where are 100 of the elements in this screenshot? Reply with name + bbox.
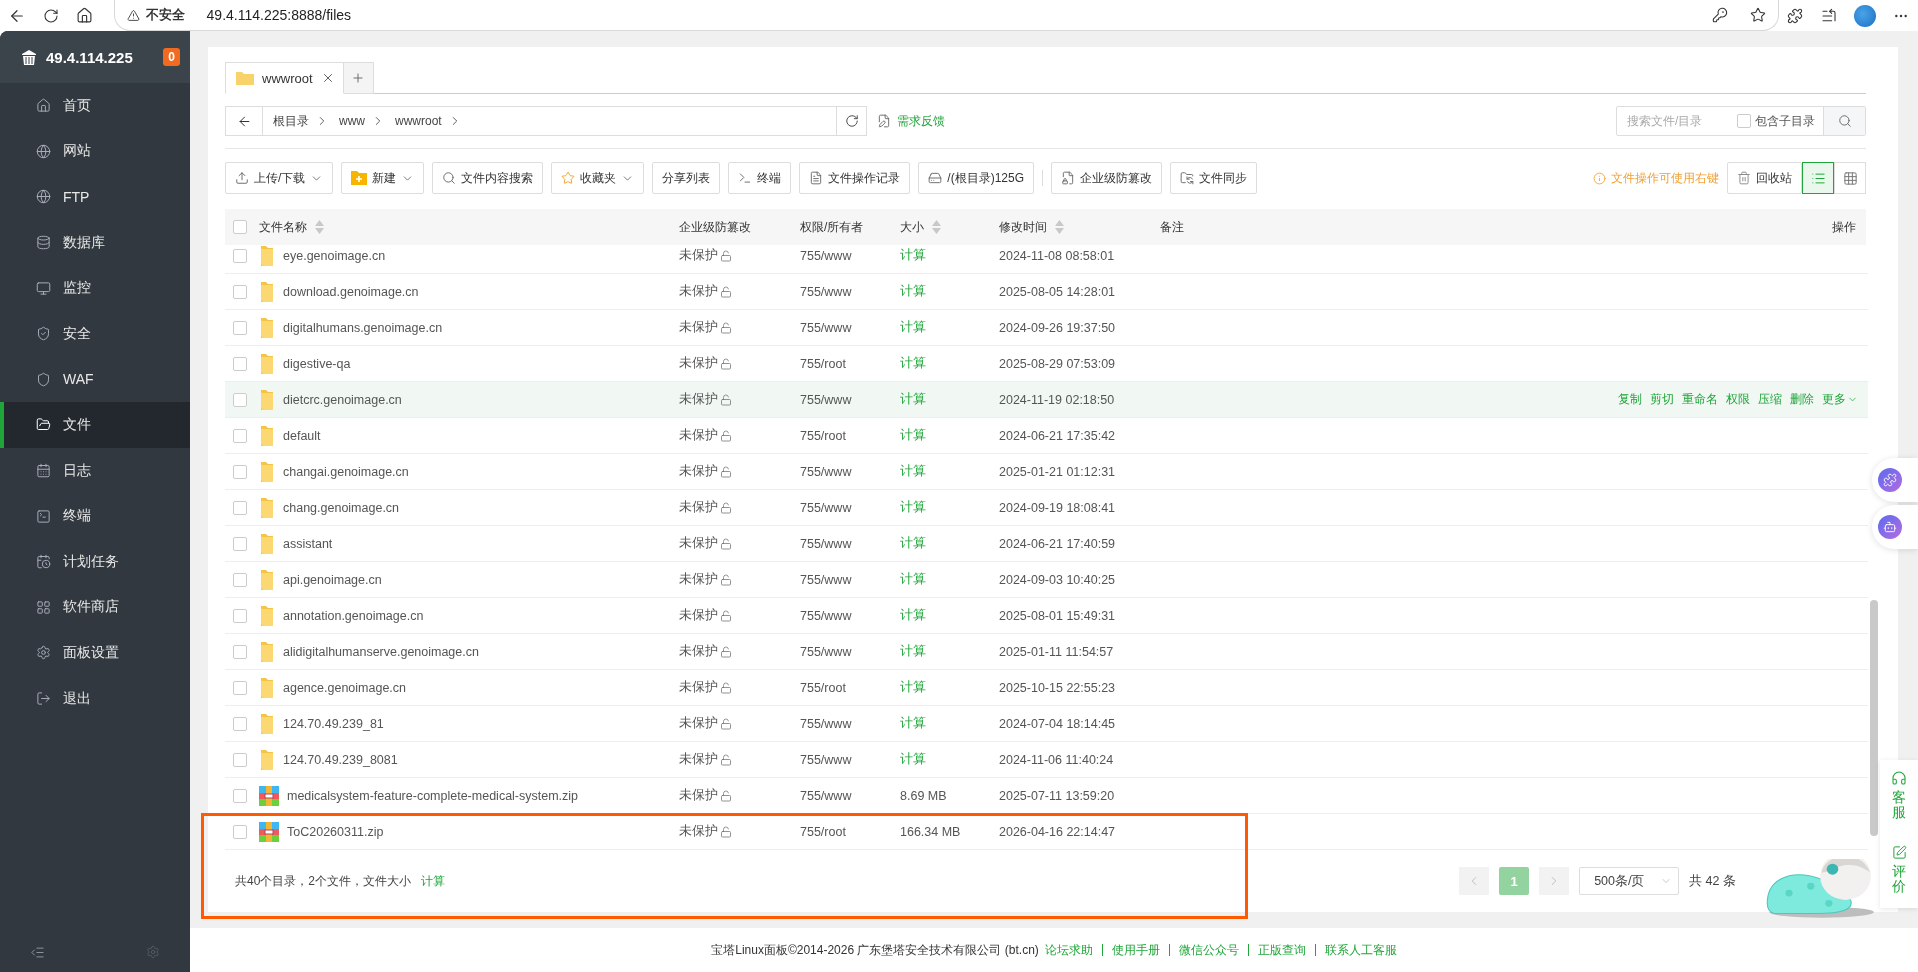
search-button[interactable] [1823, 107, 1865, 135]
sidebar-item[interactable]: 面板设置 [0, 630, 190, 676]
row-checkbox[interactable] [233, 572, 247, 587]
row-checkbox[interactable] [233, 356, 247, 371]
row-checkbox[interactable] [233, 608, 247, 623]
file-name[interactable]: medicalsystem-feature-complete-medical-system.zip [287, 788, 579, 803]
next-page-button[interactable] [1539, 867, 1570, 895]
toolbar-button[interactable]: 新建 [341, 162, 425, 194]
file-name[interactable]: download.genoimage.cn [283, 284, 419, 299]
column-header[interactable]: 文件名称 [259, 218, 307, 236]
column-header[interactable]: 大小 [900, 218, 924, 236]
settings-icon[interactable] [146, 945, 160, 959]
sidebar-item[interactable]: WAF [0, 356, 190, 403]
subdirectory-checkbox[interactable]: 包含子目录 [1737, 112, 1823, 130]
protection-status: 未保护 [679, 283, 718, 300]
folder-tab[interactable]: wwwroot [225, 62, 344, 94]
row-checkbox[interactable] [233, 752, 247, 767]
refresh-button[interactable] [837, 106, 867, 136]
row-checkbox[interactable] [233, 680, 247, 695]
sort-icon[interactable] [1055, 220, 1064, 234]
avatar[interactable] [1854, 4, 1877, 27]
select-all-checkbox[interactable] [233, 220, 247, 234]
row-checkbox[interactable] [233, 248, 247, 263]
row-checkbox[interactable] [233, 320, 247, 335]
row-checkbox[interactable] [233, 284, 247, 299]
sidebar-item[interactable]: 软件商店 [0, 584, 190, 631]
toolbar-button[interactable]: /(根目录)125G [918, 162, 1035, 194]
file-name[interactable]: changai.genoimage.cn [283, 464, 409, 479]
file-name[interactable]: default [283, 428, 321, 443]
sidebar-item[interactable]: 终端 [0, 493, 190, 539]
row-checkbox[interactable] [233, 428, 247, 443]
file-name[interactable]: assistant [283, 536, 333, 551]
sidebar-item[interactable]: 文件 [0, 402, 190, 448]
search-field[interactable]: 搜索文件/目录 包含子目录 [1616, 106, 1866, 136]
toolbar-button[interactable]: 终端 [728, 162, 792, 194]
modified-time: 2024-11-19 02:18:50 [999, 392, 1116, 407]
breadcrumb-item[interactable]: 根目录 [263, 112, 315, 130]
favorites-icon[interactable] [1821, 7, 1838, 24]
file-name[interactable]: 124.70.49.239_8081 [283, 752, 398, 767]
sidebar-item[interactable]: 退出 [0, 675, 190, 722]
sort-icon[interactable] [932, 220, 941, 234]
row-checkbox[interactable] [233, 392, 247, 407]
home-icon[interactable] [76, 7, 94, 24]
file-name[interactable]: ToC20260311.zip [287, 824, 384, 839]
sidebar-item[interactable]: 首页 [0, 83, 190, 129]
row-checkbox[interactable] [233, 716, 247, 731]
key-icon[interactable] [1711, 7, 1728, 23]
toolbar-button[interactable]: 文件操作记录 [799, 162, 911, 194]
reload-icon[interactable] [42, 7, 59, 24]
file-name[interactable]: digestive-qa [283, 356, 351, 371]
breadcrumb-item[interactable]: wwwroot [385, 114, 448, 128]
row-checkbox[interactable] [233, 644, 247, 659]
file-name[interactable]: digitalhumans.genoimage.cn [283, 320, 443, 335]
toolbar-button[interactable]: 企业级防篡改 [1051, 162, 1163, 194]
edit-icon[interactable] [1891, 844, 1907, 860]
row-checkbox[interactable] [233, 536, 247, 551]
scrollbar-thumb[interactable] [1870, 600, 1878, 836]
previous-page-button[interactable] [1459, 867, 1490, 895]
file-name[interactable]: dietcrc.genoimage.cn [283, 392, 402, 407]
floating-button[interactable] [1872, 458, 1918, 502]
file-name[interactable]: 124.70.49.239_81 [283, 716, 384, 731]
row-checkbox[interactable] [233, 464, 247, 479]
robot-icon [1883, 520, 1897, 534]
unlock-icon [720, 573, 732, 586]
breadcrumb-item[interactable]: www [329, 114, 371, 128]
sidebar-item[interactable]: 日志 [0, 447, 190, 494]
extensions-icon[interactable] [1787, 7, 1804, 24]
add-tab-button[interactable] [343, 62, 374, 94]
row-checkbox[interactable] [233, 824, 247, 839]
sidebar-item[interactable]: 数据库 [0, 219, 190, 266]
headset-icon[interactable] [1891, 770, 1907, 786]
file-name[interactable]: api.genoimage.cn [283, 572, 382, 587]
column-header[interactable]: 修改时间 [999, 218, 1047, 236]
grid-view-button[interactable] [1834, 162, 1866, 194]
row-checkbox[interactable] [233, 500, 247, 515]
sidebar-item[interactable]: 安全 [0, 310, 190, 357]
sidebar-item[interactable]: FTP [0, 174, 190, 220]
toolbar-button[interactable]: 文件内容搜索 [432, 162, 544, 194]
file-row[interactable]: dietcrc.genoimage.cn 未保护 755/www 计算 2024-11-19 02:18:50 复制 剪切 重命名 权限 压缩 删除 更多 [225, 382, 1868, 418]
star-icon[interactable] [1749, 7, 1766, 23]
sidebar-item[interactable]: 监控 [0, 265, 190, 311]
file-name[interactable]: alidigitalhumanserve.genoimage.cn [283, 644, 479, 659]
sidebar-item[interactable]: 网站 [0, 128, 190, 175]
sort-icon[interactable] [315, 220, 324, 234]
page-size-select[interactable]: 500条/页 [1579, 867, 1680, 895]
toolbar-button[interactable]: 收藏夹 [551, 162, 645, 194]
file-name[interactable]: chang.genoimage.cn [283, 500, 400, 515]
recycle-bin-button[interactable]: 回收站 [1727, 162, 1802, 194]
file-row[interactable]: eye.genoimage.cn 未保护 755/www 计算 2024-11-08 08:58:01 [225, 245, 1868, 274]
file-name[interactable]: eye.genoimage.cn [283, 248, 386, 263]
collapse-icon[interactable] [30, 944, 45, 960]
assistant-button[interactable] [1872, 505, 1918, 549]
row-checkbox[interactable] [233, 788, 247, 803]
sidebar-item[interactable]: 计划任务 [0, 538, 190, 585]
file-name[interactable]: annotation.genoimage.cn [283, 608, 424, 623]
list-view-button[interactable] [1802, 162, 1834, 194]
toolbar-button[interactable]: 分享列表 [652, 162, 721, 194]
toolbar-button[interactable]: 文件同步 [1170, 162, 1258, 194]
file-name[interactable]: agence.genoimage.cn [283, 680, 406, 695]
toolbar-button[interactable]: 上传/下载 [225, 162, 334, 194]
